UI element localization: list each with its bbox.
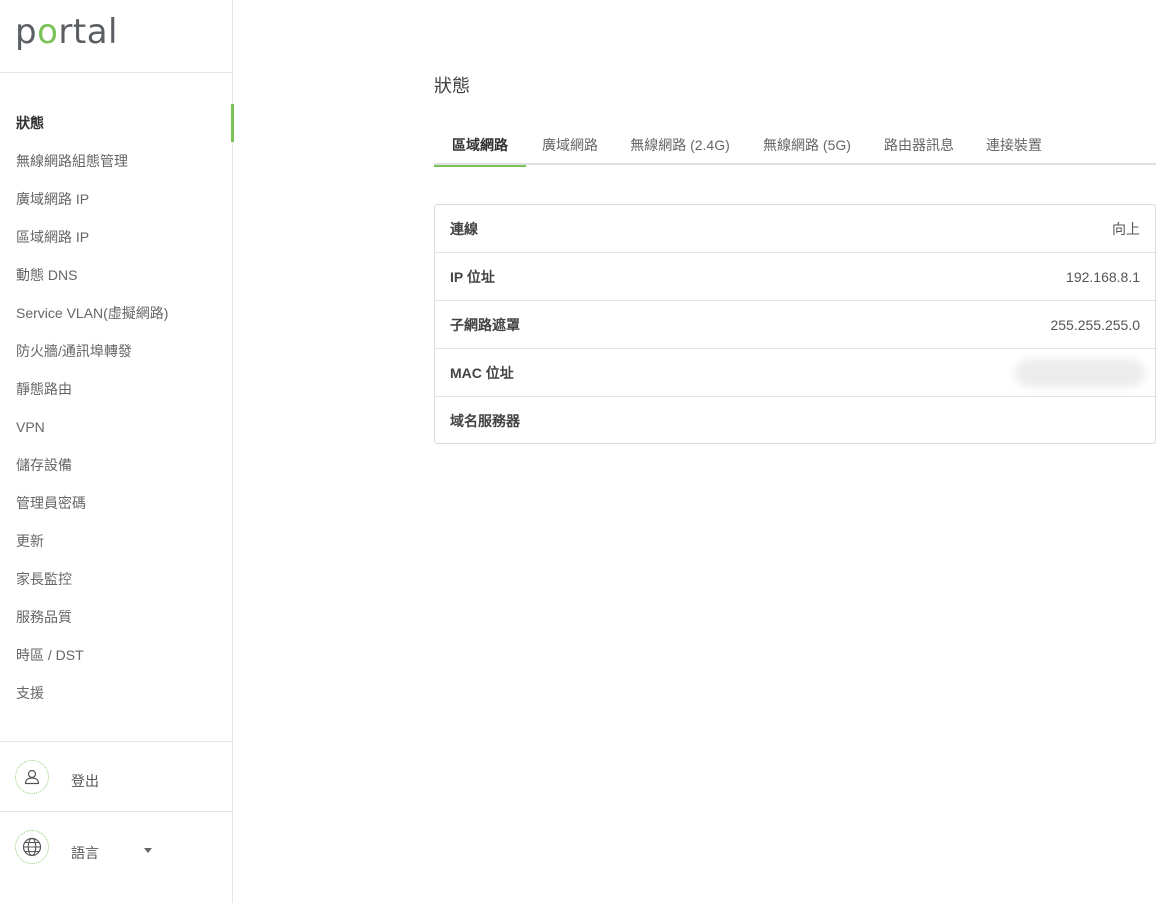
table-row: 子網路遮罩 255.255.255.0 — [435, 301, 1155, 349]
tab-wan[interactable]: 廣域網路 — [526, 128, 614, 165]
mac-address-label: MAC 位址 — [450, 365, 514, 381]
sidebar-item-firewall[interactable]: 防火牆/通訊埠轉發 — [0, 332, 233, 370]
logout-label: 登出 — [71, 773, 99, 789]
logout-button[interactable]: 登出 — [0, 741, 233, 811]
sidebar: portal 狀態 無線網路組態管理 廣域網路 IP 區域網路 IP 動態 DN… — [0, 0, 234, 903]
sidebar-item-dynamic-dns[interactable]: 動態 DNS — [0, 256, 233, 294]
connection-label: 連線 — [450, 221, 478, 237]
sidebar-item-parental-control[interactable]: 家長監控 — [0, 560, 233, 598]
tab-wireless-5g[interactable]: 無線網路 (5G) — [746, 128, 868, 165]
sidebar-item-support[interactable]: 支援 — [0, 674, 233, 712]
app: portal 狀態 無線網路組態管理 廣域網路 IP 區域網路 IP 動態 DN… — [0, 0, 1167, 903]
status-tabs: 區域網路 廣域網路 無線網路 (2.4G) 無線網路 (5G) 路由器訊息 連接… — [434, 128, 1156, 167]
portal-logo[interactable]: portal — [15, 10, 118, 54]
sidebar-item-service-vlan[interactable]: Service VLAN(虛擬網路) — [0, 294, 233, 332]
chevron-down-icon[interactable] — [144, 848, 152, 853]
logo-suffix: rtal — [58, 12, 118, 52]
main-content: 狀態 區域網路 廣域網路 無線網路 (2.4G) 無線網路 (5G) 路由器訊息… — [234, 0, 1167, 903]
sidebar-item-timezone[interactable]: 時區 / DST — [0, 636, 233, 674]
globe-icon — [15, 830, 49, 864]
logo-prefix: p — [15, 12, 38, 52]
tab-connected-devices[interactable]: 連接裝置 — [970, 128, 1058, 165]
mac-address-value-redacted — [1015, 359, 1145, 387]
logo-area: portal — [0, 0, 232, 73]
sidebar-item-lan-ip[interactable]: 區域網路 IP — [0, 218, 233, 256]
sidebar-item-wireless-config[interactable]: 無線網路組態管理 — [0, 142, 233, 180]
tab-lan[interactable]: 區域網路 — [434, 128, 526, 167]
connection-value: 向上 — [1112, 221, 1140, 237]
sidebar-item-wan-ip[interactable]: 廣域網路 IP — [0, 180, 233, 218]
ip-address-label: IP 位址 — [450, 269, 495, 285]
page-title: 狀態 — [434, 76, 470, 96]
sidebar-item-admin-password[interactable]: 管理員密碼 — [0, 484, 233, 522]
table-row: MAC 位址 — [435, 349, 1155, 397]
logo-accent-letter: o — [37, 12, 59, 52]
sidebar-item-status[interactable]: 狀態 — [0, 104, 234, 142]
dns-server-label: 域名服務器 — [450, 413, 520, 429]
sidebar-item-update[interactable]: 更新 — [0, 522, 233, 560]
sidebar-item-vpn[interactable]: VPN — [0, 408, 233, 446]
language-selector[interactable]: 語言 — [0, 811, 233, 903]
tab-router-info[interactable]: 路由器訊息 — [868, 128, 970, 165]
tab-wireless-24g[interactable]: 無線網路 (2.4G) — [614, 128, 746, 165]
language-label: 語言 — [71, 845, 99, 861]
table-row: 域名服務器 — [435, 397, 1155, 443]
table-row: IP 位址 192.168.8.1 — [435, 253, 1155, 301]
sidebar-item-static-route[interactable]: 靜態路由 — [0, 370, 233, 408]
sidebar-nav: 狀態 無線網路組態管理 廣域網路 IP 區域網路 IP 動態 DNS Servi… — [0, 104, 234, 712]
subnet-mask-value: 255.255.255.0 — [1050, 317, 1140, 333]
sidebar-item-storage[interactable]: 儲存設備 — [0, 446, 233, 484]
ip-address-value: 192.168.8.1 — [1066, 269, 1140, 285]
lan-info-table: 連線 向上 IP 位址 192.168.8.1 子網路遮罩 255.255.25… — [434, 204, 1156, 444]
subnet-mask-label: 子網路遮罩 — [450, 317, 520, 333]
sidebar-item-qos[interactable]: 服務品質 — [0, 598, 233, 636]
user-icon — [15, 760, 49, 794]
table-row: 連線 向上 — [435, 205, 1155, 253]
